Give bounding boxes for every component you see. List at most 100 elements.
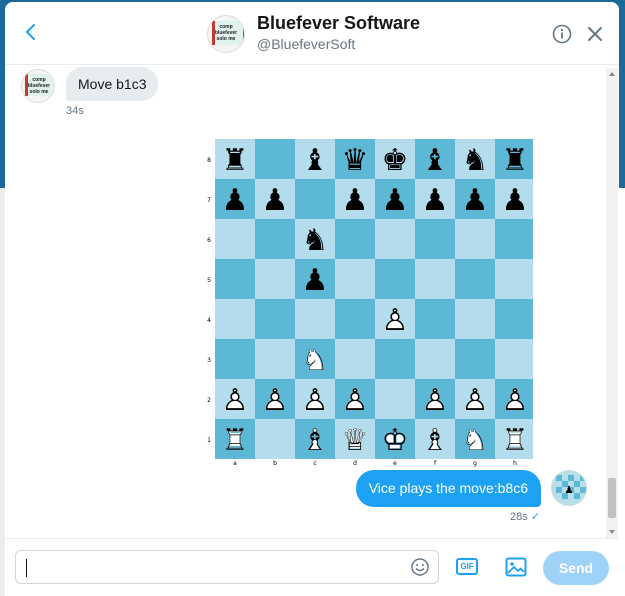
white-piece-icon: ♙ <box>302 383 329 418</box>
rank-label: 5 <box>207 277 211 284</box>
info-icon[interactable] <box>551 23 573 45</box>
contact-handle: @BluefeverSoft <box>257 36 356 52</box>
message-composer: GIF Send <box>5 538 619 596</box>
black-piece-icon: ♟ <box>222 183 249 218</box>
board-square-g6 <box>455 219 495 259</box>
rank-label: 8 <box>207 157 211 164</box>
board-square-e6 <box>375 219 415 259</box>
black-piece-icon: ♛ <box>342 143 369 178</box>
back-arrow-icon[interactable] <box>19 20 43 44</box>
scrollbar-thumb[interactable] <box>608 478 616 518</box>
rank-label: 4 <box>207 317 211 324</box>
scroll-up-arrow-icon[interactable] <box>609 72 615 76</box>
board-square-g5 <box>455 259 495 299</box>
incoming-message-time: 34s <box>66 105 84 117</box>
black-piece-icon: ♟ <box>262 183 289 218</box>
black-piece-icon: ♝ <box>422 143 449 178</box>
white-piece-icon: ♔ <box>382 423 409 458</box>
outgoing-message-meta: 28s ✓ <box>510 510 540 523</box>
black-piece-icon: ♜ <box>502 143 529 178</box>
black-piece-icon: ♜ <box>222 143 249 178</box>
board-square-e3 <box>375 339 415 379</box>
contact-name[interactable]: Bluefever Software <box>257 13 420 34</box>
send-button[interactable]: Send <box>543 551 609 585</box>
board-square-f4 <box>415 299 455 339</box>
black-piece-icon: ♞ <box>302 223 329 258</box>
chess-board-image[interactable]: ♜ ♝ ♛ ♚ ♝ ♞ ♜♟ ♟ ♟ ♟ ♟ ♟ ♟♞♟♟♙♞♘♟♙ ♟♙ ♟♙ ♟♙ ♟♙ ♟♙ ♟♙♜♖ ♝♗ ♛♕… <box>203 139 533 469</box>
black-piece-icon: ♞ <box>462 143 489 178</box>
board-square-e5 <box>375 259 415 299</box>
outgoing-message-bubble[interactable]: Vice plays the move:b8c6 <box>355 470 541 507</box>
white-piece-icon: ♙ <box>502 383 529 418</box>
board-square-c7 <box>295 179 335 219</box>
conversation-header: comp bluefever solo me Bluefever Softwar… <box>5 2 619 65</box>
board-square-a3 <box>215 339 255 379</box>
avatar-logo-text: comp bluefever solo me <box>214 24 238 42</box>
header-avatar[interactable]: comp bluefever solo me <box>207 15 245 53</box>
rank-label: 7 <box>207 197 211 204</box>
file-label: c <box>313 460 316 467</box>
own-avatar-image: ♟ <box>552 471 586 505</box>
board-square-h6 <box>495 219 533 259</box>
black-piece-icon: ♟ <box>382 183 409 218</box>
board-square-d5 <box>335 259 375 299</box>
white-piece-icon: ♙ <box>262 383 289 418</box>
board-square-b3 <box>255 339 295 379</box>
white-piece-icon: ♙ <box>342 383 369 418</box>
black-piece-icon: ♚ <box>382 143 409 178</box>
black-piece-icon: ♝ <box>302 143 329 178</box>
board-square-f5 <box>415 259 455 299</box>
white-piece-icon: ♙ <box>222 383 249 418</box>
outgoing-message-time: 28s <box>510 511 528 523</box>
close-icon[interactable] <box>585 24 605 44</box>
file-label: b <box>273 460 277 467</box>
message-list: comp bluefever solo me Move b1c3 34s ♜ ♝ ♛… <box>5 65 619 535</box>
rank-label: 3 <box>207 357 211 364</box>
board-square-d6 <box>335 219 375 259</box>
file-label: h <box>513 460 517 467</box>
black-piece-icon: ♟ <box>502 183 529 218</box>
board-square-c4 <box>295 299 335 339</box>
sender-avatar[interactable]: comp bluefever solo me <box>21 69 55 103</box>
avatar-logo-text: comp bluefever solo me <box>27 77 51 95</box>
own-avatar[interactable]: ♟ <box>551 470 587 506</box>
gif-label: GIF <box>456 558 478 575</box>
file-label: d <box>353 460 357 467</box>
board-square-g4 <box>455 299 495 339</box>
black-piece-icon: ♟ <box>342 183 369 218</box>
sent-check-icon: ✓ <box>530 511 540 523</box>
black-piece-icon: ♟ <box>462 183 489 218</box>
file-label: f <box>434 460 437 467</box>
gif-icon[interactable]: GIF <box>456 556 480 578</box>
board-square-e2 <box>375 379 415 419</box>
board-square-d3 <box>335 339 375 379</box>
svg-text:♟: ♟ <box>565 485 574 496</box>
white-piece-icon: ♘ <box>462 423 489 458</box>
board-square-h5 <box>495 259 533 299</box>
white-piece-icon: ♘ <box>302 343 329 378</box>
board-square-b1 <box>255 419 295 459</box>
board-square-a4 <box>215 299 255 339</box>
image-icon[interactable] <box>504 555 528 579</box>
file-label: e <box>393 460 397 467</box>
dm-conversation-modal: comp bluefever solo me Bluefever Softwar… <box>5 2 619 596</box>
emoji-icon[interactable] <box>410 557 430 577</box>
board-square-f3 <box>415 339 455 379</box>
white-piece-icon: ♕ <box>342 423 369 458</box>
file-label: a <box>233 460 237 467</box>
board-square-f6 <box>415 219 455 259</box>
message-input[interactable] <box>15 550 439 584</box>
scrollbar[interactable] <box>606 68 618 540</box>
rank-label: 2 <box>207 397 211 404</box>
board-square-g3 <box>455 339 495 379</box>
white-piece-icon: ♖ <box>222 423 249 458</box>
black-piece-icon: ♟ <box>302 263 329 298</box>
white-piece-icon: ♖ <box>502 423 529 458</box>
scroll-down-arrow-icon[interactable] <box>609 530 615 534</box>
text-caret <box>26 559 27 577</box>
board-square-b8 <box>255 139 295 179</box>
board-square-b6 <box>255 219 295 259</box>
black-piece-icon: ♟ <box>422 183 449 218</box>
incoming-message-bubble[interactable]: Move b1c3 <box>66 67 159 101</box>
board-square-a5 <box>215 259 255 299</box>
